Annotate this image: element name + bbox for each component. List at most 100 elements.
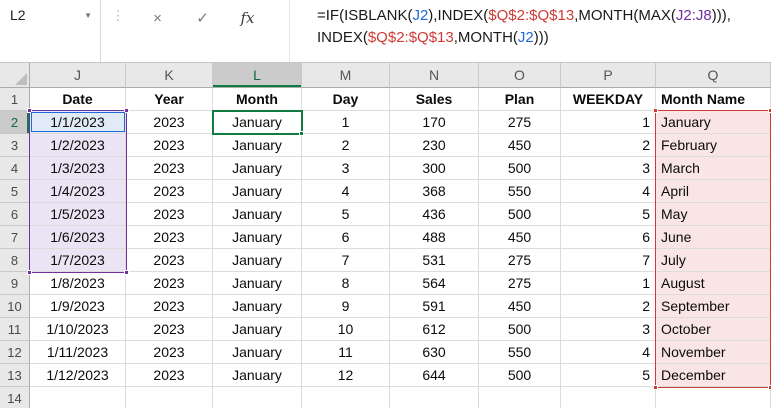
cell-L13[interactable]: January [213,364,302,387]
cell-L10[interactable]: January [213,295,302,318]
row-header-8[interactable]: 8 [0,249,30,272]
cell-Q13[interactable]: December [656,364,771,387]
cell-M11[interactable]: 10 [302,318,390,341]
row-header-5[interactable]: 5 [0,180,30,203]
column-header-O[interactable]: O [479,63,561,88]
cell-M7[interactable]: 6 [302,226,390,249]
column-header-P[interactable]: P [561,63,656,88]
cell-N10[interactable]: 591 [390,295,479,318]
name-box[interactable]: L2 ▼ [0,0,100,62]
cell-M3[interactable]: 2 [302,134,390,157]
cell-P12[interactable]: 4 [561,341,656,364]
cell-Q7[interactable]: June [656,226,771,249]
cell-O13[interactable]: 500 [479,364,561,387]
cell-Q5[interactable]: April [656,180,771,203]
cell-K1[interactable]: Year [126,88,213,111]
cell-L8[interactable]: January [213,249,302,272]
cell-N13[interactable]: 644 [390,364,479,387]
cell-K2[interactable]: 2023 [126,111,213,134]
insert-function-icon[interactable]: fx [225,0,270,30]
cell-P5[interactable]: 4 [561,180,656,203]
cell-O2[interactable]: 275 [479,111,561,134]
cell-N7[interactable]: 488 [390,226,479,249]
cell-L14[interactable] [213,387,302,408]
cell-N11[interactable]: 612 [390,318,479,341]
row-header-14[interactable]: 14 [0,387,30,408]
cell-P8[interactable]: 7 [561,249,656,272]
cancel-icon[interactable]: × [135,0,180,30]
cell-O11[interactable]: 500 [479,318,561,341]
cell-K11[interactable]: 2023 [126,318,213,341]
cell-L9[interactable]: January [213,272,302,295]
cell-M10[interactable]: 9 [302,295,390,318]
cell-M12[interactable]: 11 [302,341,390,364]
cell-J10[interactable]: 1/9/2023 [30,295,126,318]
cell-Q6[interactable]: May [656,203,771,226]
cell-Q12[interactable]: November [656,341,771,364]
cell-J6[interactable]: 1/5/2023 [30,203,126,226]
cell-O10[interactable]: 450 [479,295,561,318]
formula-input[interactable]: =IF(ISBLANK(J2),INDEX($Q$2:$Q$13,MONTH(M… [289,0,771,62]
cell-O9[interactable]: 275 [479,272,561,295]
cell-J13[interactable]: 1/12/2023 [30,364,126,387]
cell-Q10[interactable]: September [656,295,771,318]
cell-N1[interactable]: Sales [390,88,479,111]
cell-L11[interactable]: January [213,318,302,341]
cell-Q1[interactable]: Month Name [656,88,771,111]
row-header-6[interactable]: 6 [0,203,30,226]
cell-Q3[interactable]: February [656,134,771,157]
row-header-1[interactable]: 1 [0,88,30,111]
column-header-J[interactable]: J [30,63,126,88]
cell-O7[interactable]: 450 [479,226,561,249]
name-box-dropdown-icon[interactable]: ▼ [84,11,92,20]
cell-Q4[interactable]: March [656,157,771,180]
cell-P3[interactable]: 2 [561,134,656,157]
cell-P7[interactable]: 6 [561,226,656,249]
row-header-3[interactable]: 3 [0,134,30,157]
cell-L5[interactable]: January [213,180,302,203]
cell-M8[interactable]: 7 [302,249,390,272]
cell-J9[interactable]: 1/8/2023 [30,272,126,295]
row-header-11[interactable]: 11 [0,318,30,341]
cell-K3[interactable]: 2023 [126,134,213,157]
cell-N12[interactable]: 630 [390,341,479,364]
cell-N8[interactable]: 531 [390,249,479,272]
cell-K5[interactable]: 2023 [126,180,213,203]
cell-K9[interactable]: 2023 [126,272,213,295]
cell-M2[interactable]: 1 [302,111,390,134]
cell-M4[interactable]: 3 [302,157,390,180]
cell-M9[interactable]: 8 [302,272,390,295]
row-header-9[interactable]: 9 [0,272,30,295]
enter-icon[interactable]: ✓ [180,0,225,30]
cell-O8[interactable]: 275 [479,249,561,272]
cell-Q11[interactable]: October [656,318,771,341]
cell-M13[interactable]: 12 [302,364,390,387]
cell-J4[interactable]: 1/3/2023 [30,157,126,180]
cell-L1[interactable]: Month [213,88,302,111]
cell-N14[interactable] [390,387,479,408]
cell-P2[interactable]: 1 [561,111,656,134]
cell-P6[interactable]: 5 [561,203,656,226]
row-header-4[interactable]: 4 [0,157,30,180]
cell-M5[interactable]: 4 [302,180,390,203]
column-header-N[interactable]: N [390,63,479,88]
cell-N4[interactable]: 300 [390,157,479,180]
cell-L12[interactable]: January [213,341,302,364]
row-header-7[interactable]: 7 [0,226,30,249]
cell-K8[interactable]: 2023 [126,249,213,272]
cell-J2[interactable]: 1/1/2023 [30,111,126,134]
cell-K7[interactable]: 2023 [126,226,213,249]
cell-L7[interactable]: January [213,226,302,249]
cell-O1[interactable]: Plan [479,88,561,111]
cell-J11[interactable]: 1/10/2023 [30,318,126,341]
cell-M14[interactable] [302,387,390,408]
cell-K4[interactable]: 2023 [126,157,213,180]
cell-P4[interactable]: 3 [561,157,656,180]
cell-J5[interactable]: 1/4/2023 [30,180,126,203]
cell-O6[interactable]: 500 [479,203,561,226]
cell-O3[interactable]: 450 [479,134,561,157]
cell-J14[interactable] [30,387,126,408]
row-header-2[interactable]: 2 [0,111,30,134]
cell-L2[interactable]: January [213,111,302,134]
column-header-L[interactable]: L [213,63,302,88]
